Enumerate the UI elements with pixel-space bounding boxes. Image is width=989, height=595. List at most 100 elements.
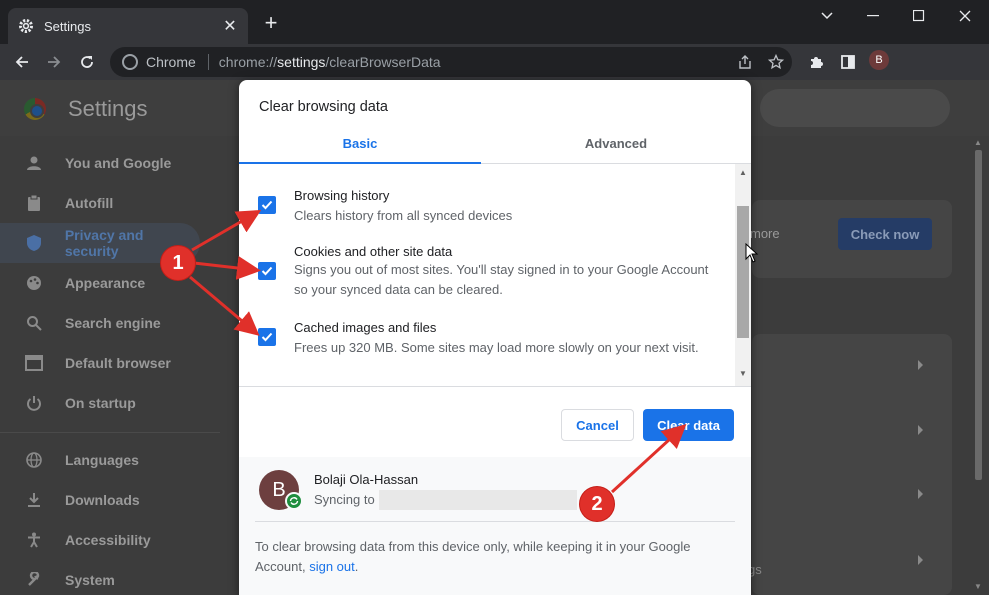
check-now-button[interactable]: Check now (838, 218, 932, 250)
scroll-up-arrow-icon[interactable]: ▲ (739, 168, 747, 177)
wrench-icon (24, 570, 44, 590)
sidebar-item-default-browser[interactable]: Default browser (0, 343, 220, 383)
browser-icon (24, 353, 44, 373)
extensions-puzzle-icon[interactable] (806, 52, 826, 72)
sync-icon (285, 492, 303, 510)
sidebar-item-on-startup[interactable]: On startup (0, 383, 220, 423)
title-bar: Settings ✕ + (0, 0, 989, 44)
sidebar-item-label: Search engine (65, 315, 161, 331)
browser-toolbar: Chrome chrome://settings/clearBrowserDat… (0, 44, 989, 80)
safety-check-text: more (750, 226, 780, 241)
cookies-checkbox[interactable] (258, 262, 276, 280)
page-title: Settings (68, 96, 148, 121)
annotation-badge-2: 2 (580, 487, 614, 521)
dialog-tabs: Basic Advanced (239, 124, 751, 164)
account-sync-status: Syncing to (314, 492, 375, 507)
sidebar-item-languages[interactable]: Languages (0, 440, 220, 480)
power-icon (24, 393, 44, 413)
footer-note-end: . (354, 559, 359, 574)
mouse-cursor-icon (745, 243, 759, 263)
account-name: Bolaji Ola-Hassan (314, 472, 419, 487)
options-divider (239, 386, 751, 387)
back-button[interactable] (10, 50, 34, 74)
page-scrollbar[interactable]: ▲ ▼ (971, 138, 985, 593)
option-description: Signs you out of most sites. You'll stay… (294, 262, 709, 297)
chevron-right-icon[interactable] (918, 425, 923, 435)
option-label: Browsing history (294, 188, 390, 203)
dialog-footer: B Bolaji Ola-Hassan Syncing to To clear … (239, 457, 751, 595)
browser-tab[interactable]: Settings ✕ (8, 8, 248, 44)
scroll-down-arrow-icon[interactable]: ▼ (739, 369, 747, 378)
close-window-button[interactable] (942, 0, 988, 32)
sidebar-item-search-engine[interactable]: Search engine (0, 303, 220, 343)
tab-basic[interactable]: Basic (239, 124, 481, 164)
sidebar-item-accessibility[interactable]: Accessibility (0, 520, 220, 560)
scroll-down-arrow-icon[interactable]: ▼ (974, 582, 982, 591)
sidebar-item-label: Accessibility (65, 532, 151, 548)
option-label: Cookies and other site data (294, 244, 453, 259)
annotation-badge-1: 1 (161, 246, 195, 280)
checkmark-icon (261, 266, 273, 276)
sidebar-item-label: Downloads (65, 492, 140, 508)
sidebar-item-label: Default browser (65, 355, 171, 371)
person-icon (24, 153, 44, 173)
option-description: Clears history from all synced devices (294, 208, 513, 223)
minimize-button[interactable] (850, 0, 896, 32)
sidebar-item-you-and-google[interactable]: You and Google (0, 143, 220, 183)
browsing-history-checkbox[interactable] (258, 196, 276, 214)
reload-button[interactable] (75, 50, 99, 74)
accessibility-icon (24, 530, 44, 550)
sidebar-item-label: Appearance (65, 275, 146, 291)
sidebar-item-label: Languages (65, 452, 139, 468)
dialog-scrollbar[interactable]: ▲ ▼ (735, 164, 751, 386)
search-icon (24, 313, 44, 333)
bookmark-star-icon[interactable] (766, 52, 786, 72)
globe-icon (24, 450, 44, 470)
palette-icon (24, 273, 44, 293)
tab-advanced[interactable]: Advanced (481, 124, 751, 163)
share-icon[interactable] (735, 52, 755, 72)
sidebar-item-downloads[interactable]: Downloads (0, 480, 220, 520)
checkmark-icon (261, 200, 273, 210)
forward-button[interactable] (42, 50, 66, 74)
gear-icon (18, 18, 34, 34)
sidebar-item-system[interactable]: System (0, 560, 220, 595)
page-scroll-thumb[interactable] (975, 150, 982, 480)
address-bar[interactable]: Chrome chrome://settings/clearBrowserDat… (110, 47, 792, 77)
scroll-up-arrow-icon[interactable]: ▲ (974, 138, 982, 147)
tab-title: Settings (44, 18, 91, 34)
chevron-right-icon[interactable] (918, 360, 923, 370)
shield-icon (24, 233, 44, 253)
profile-avatar[interactable]: B (869, 50, 889, 70)
settings-search-input[interactable] (760, 89, 950, 127)
sidebar-item-label: On startup (65, 395, 136, 411)
download-icon (24, 490, 44, 510)
tab-search-button[interactable] (804, 0, 850, 32)
dialog-scroll-thumb[interactable] (737, 206, 749, 338)
option-label: Cached images and files (294, 320, 437, 335)
site-chip: Chrome (146, 54, 209, 70)
url-path: /clearBrowserData (325, 54, 441, 70)
url-scheme: chrome:// (218, 54, 278, 70)
sidebar-divider (0, 432, 220, 433)
sidebar-item-autofill[interactable]: Autofill (0, 183, 220, 223)
chrome-logo-icon (24, 98, 46, 120)
checkmark-icon (261, 332, 273, 342)
maximize-button[interactable] (896, 0, 942, 32)
sign-out-link[interactable]: sign out (309, 559, 355, 574)
side-panel-icon[interactable] (838, 52, 858, 72)
tab-close-button[interactable]: ✕ (222, 18, 238, 35)
chrome-site-icon (122, 54, 138, 70)
clear-browsing-data-dialog: Clear browsing data Basic Advanced Brows… (239, 80, 751, 595)
cancel-button[interactable]: Cancel (561, 409, 634, 441)
sidebar-item-label: System (65, 572, 115, 588)
chevron-right-icon[interactable] (918, 489, 923, 499)
chevron-right-icon[interactable] (918, 555, 923, 565)
dialog-title: Clear browsing data (259, 99, 388, 115)
url-host: settings (277, 54, 326, 70)
redacted-email (379, 490, 577, 510)
clear-data-button[interactable]: Clear data (643, 409, 734, 441)
new-tab-button[interactable]: + (260, 12, 282, 34)
sidebar-item-label: Autofill (65, 195, 114, 211)
cached-images-checkbox[interactable] (258, 328, 276, 346)
